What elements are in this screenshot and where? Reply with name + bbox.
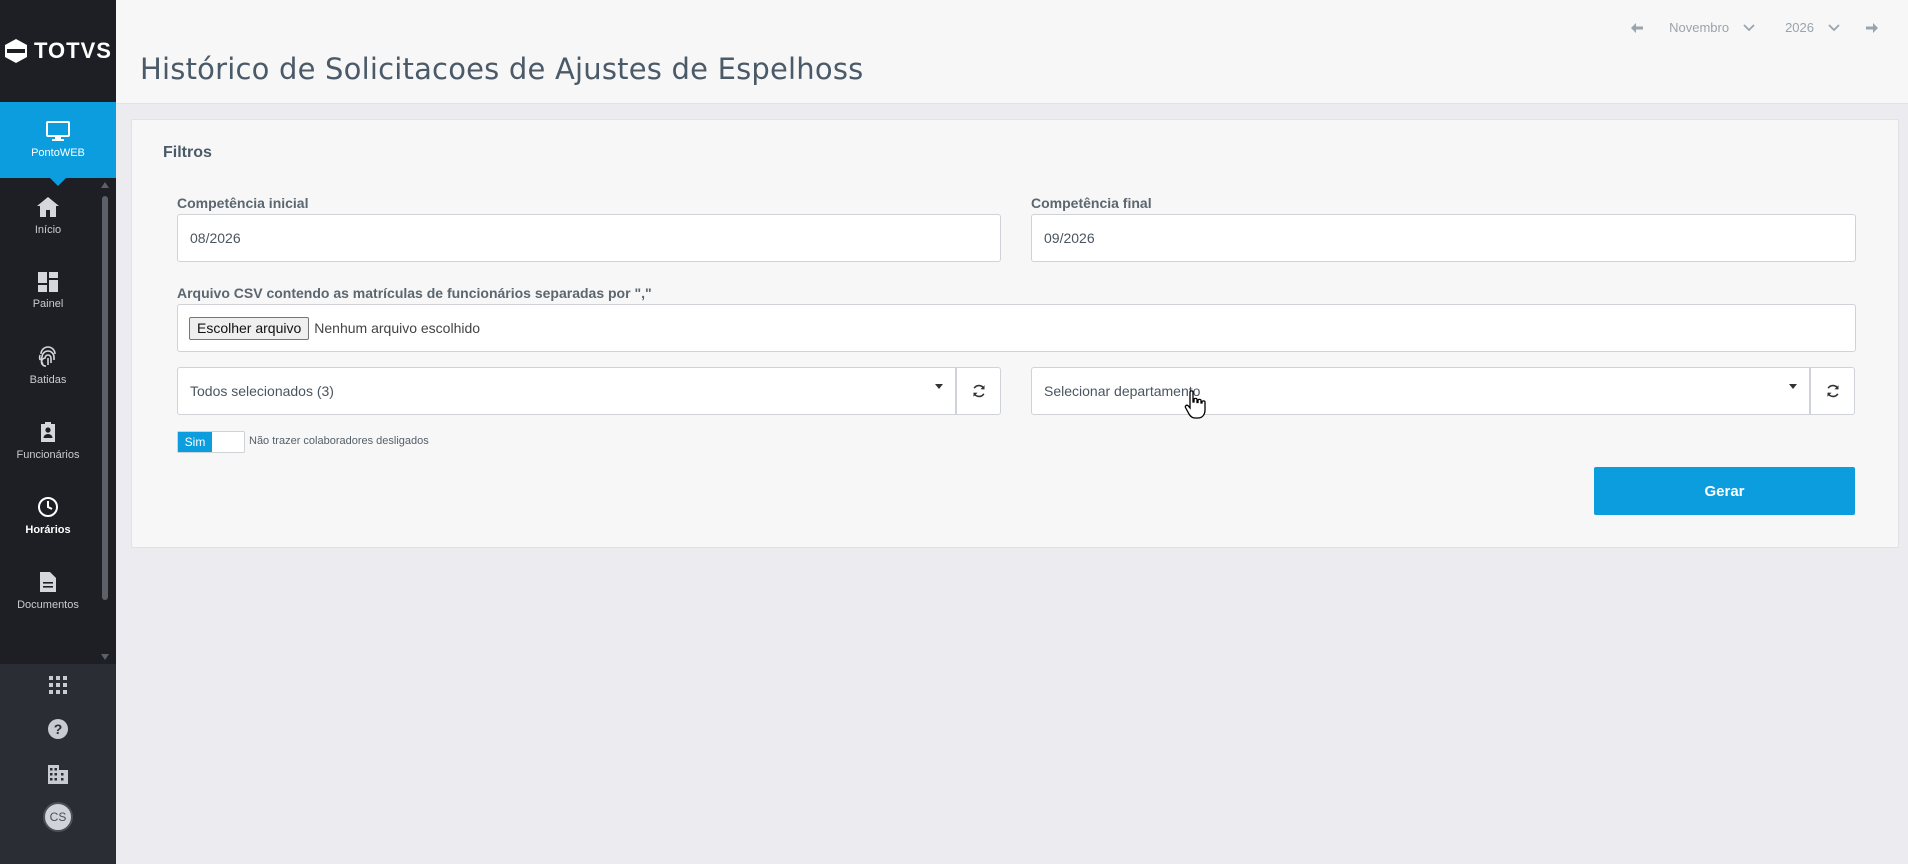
sidebar-item-painel[interactable]: Painel (0, 253, 116, 328)
departamento-refresh-button[interactable] (1810, 367, 1855, 415)
totvs-logo[interactable]: TOTVS (0, 0, 116, 102)
help-button[interactable]: ? (47, 718, 69, 740)
sidebar-item-batidas[interactable]: Batidas (0, 328, 116, 403)
csv-file-label: Arquivo CSV contendo as matrículas de fu… (177, 285, 652, 301)
year-dropdown-button[interactable] (1828, 23, 1840, 32)
company-button[interactable] (47, 764, 69, 784)
user-avatar[interactable]: CS (43, 802, 73, 832)
sidebar-item-label: Horários (25, 523, 71, 536)
svg-text:?: ? (54, 721, 63, 737)
competencia-final-label: Competência final (1031, 195, 1152, 211)
monitor-icon (46, 121, 70, 141)
period-selector: Novembro 2026 (1631, 20, 1878, 35)
funcionarios-select[interactable]: Todos selecionados (3) (177, 367, 956, 415)
funcionarios-refresh-button[interactable] (956, 367, 1001, 415)
app-pontoweb-label: PontoWEB (31, 147, 85, 159)
filters-title: Filtros (163, 144, 212, 161)
scroll-down-arrow[interactable] (101, 654, 109, 660)
chevron-down-icon (1828, 23, 1840, 31)
chevron-down-icon (1743, 23, 1755, 31)
sidebar-item-horarios[interactable]: Horários (0, 478, 116, 553)
document-icon (40, 571, 56, 592)
app-pontoweb[interactable]: PontoWEB (0, 102, 116, 186)
year-select[interactable]: 2026 (1785, 20, 1814, 35)
refresh-icon (1826, 384, 1839, 398)
help-icon: ? (48, 719, 68, 739)
gerar-button[interactable]: Gerar (1594, 467, 1855, 515)
csv-file-input[interactable]: Escolher arquivo Nenhum arquivo escolhid… (177, 304, 1856, 352)
previous-month-button[interactable] (1631, 22, 1644, 33)
refresh-icon (972, 384, 985, 398)
clock-icon (38, 496, 58, 517)
hand-cursor-icon (1184, 390, 1206, 419)
caret-down-icon (1789, 384, 1797, 389)
month-dropdown-button[interactable] (1743, 23, 1755, 32)
sidebar-item-label: Documentos (17, 598, 79, 611)
competencia-inicial-label: Competência inicial (177, 195, 309, 211)
sidebar-item-funcionarios[interactable]: Funcionários (0, 403, 116, 478)
badge-icon (41, 421, 55, 442)
scroll-thumb[interactable] (102, 196, 108, 600)
month-select[interactable]: Novembro (1669, 20, 1729, 35)
sidebar: TOTVS PontoWEB Início Painel Batidas Fun… (0, 0, 116, 864)
arrow-right-icon (1866, 22, 1878, 33)
choose-file-button[interactable]: Escolher arquivo (189, 316, 310, 340)
caret-down-icon (935, 384, 943, 389)
fingerprint-icon (38, 345, 56, 367)
desligados-toggle-label: Não trazer colaboradores desligados (249, 435, 429, 447)
file-status-text: Nenhum arquivo escolhido (314, 320, 481, 336)
sidebar-item-inicio[interactable]: Início (0, 178, 116, 253)
totvs-logo-icon (5, 39, 28, 63)
arrow-left-icon (1631, 22, 1644, 33)
desligados-toggle[interactable]: Sim (177, 431, 245, 453)
competencia-inicial-input[interactable]: 08/2026 (177, 214, 1001, 262)
sidebar-item-label: Funcionários (16, 448, 80, 461)
departamento-select-value: Selecionar departamento (1044, 383, 1201, 399)
page-title: Histórico de Solicitacoes de Ajustes de … (140, 52, 864, 86)
sidebar-item-documentos[interactable]: Documentos (0, 553, 116, 628)
sidebar-bottom-tools: ? CS (0, 664, 116, 864)
logo-text: TOTVS (34, 38, 112, 63)
sidebar-menu: Início Painel Batidas Funcionários Horár… (0, 178, 116, 662)
sidebar-item-label: Batidas (29, 373, 67, 386)
sidebar-scrollbar[interactable] (100, 182, 109, 660)
scroll-up-arrow[interactable] (101, 182, 109, 188)
building-icon (48, 765, 68, 784)
dashboard-icon (38, 271, 58, 292)
toggle-on-label: Sim (178, 432, 212, 452)
home-icon (37, 196, 59, 217)
filters-card: Filtros Competência inicial 08/2026 Comp… (131, 119, 1899, 548)
apps-button[interactable] (49, 676, 67, 694)
page-header: Histórico de Solicitacoes de Ajustes de … (116, 0, 1908, 104)
apps-grid-icon (49, 676, 67, 694)
competencia-final-input[interactable]: 09/2026 (1031, 214, 1856, 262)
sidebar-item-label: Início (34, 223, 62, 236)
next-month-button[interactable] (1866, 22, 1878, 33)
funcionarios-select-value: Todos selecionados (3) (190, 383, 334, 399)
sidebar-item-label: Painel (32, 297, 64, 310)
departamento-select[interactable]: Selecionar departamento (1031, 367, 1810, 415)
